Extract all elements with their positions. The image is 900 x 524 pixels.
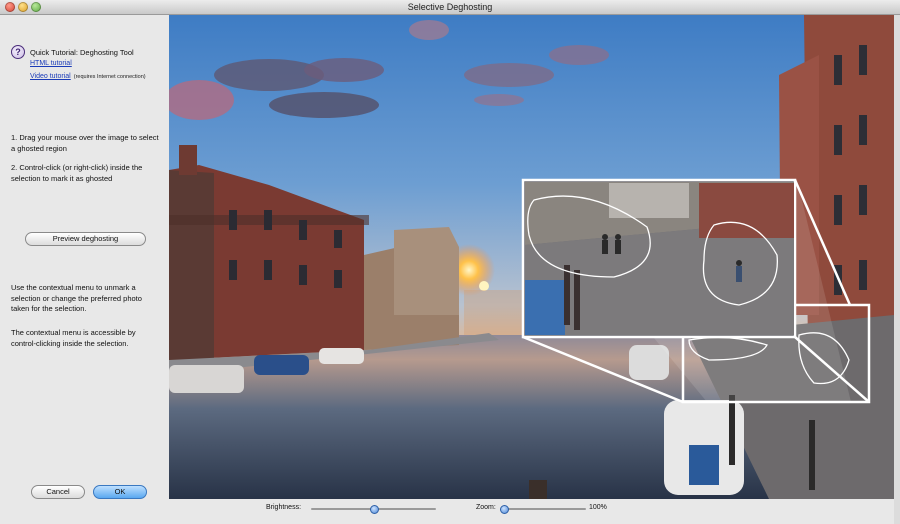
contextual-menu-help: Use the contextual menu to unmark a sele… (11, 283, 142, 313)
brightness-label: Brightness: (266, 504, 302, 511)
contextual-menu-access-help: The contextual menu is accessible by con… (11, 328, 136, 348)
tutorial-title: Quick Tutorial: Deghosting Tool (30, 47, 134, 57)
image-preview[interactable] (169, 15, 894, 499)
preview-deghosting-button[interactable]: Preview deghosting (25, 232, 146, 246)
instruction-step-1: 1. Drag your mouse over the image to sel… (11, 133, 159, 153)
zoom-window-button[interactable] (31, 2, 41, 12)
venice-canal-photo[interactable] (169, 15, 894, 499)
minimize-window-button[interactable] (18, 2, 28, 12)
help-icon: ? (11, 45, 25, 59)
cancel-button[interactable]: Cancel (31, 485, 85, 499)
html-tutorial-link[interactable]: HTML tutorial (30, 60, 72, 67)
bottom-bar: Brightness: Zoom: 100% (169, 500, 900, 524)
window-title: Selective Deghosting (407, 2, 493, 12)
video-note: (requires Internet connection) (73, 74, 146, 80)
zoom-value: 100% (589, 504, 607, 511)
video-tutorial-row: Video tutorial (requires Internet connect… (30, 73, 146, 80)
instruction-step-2: 2. Control-click (or right-click) inside… (11, 163, 143, 183)
window-titlebar: Selective Deghosting (0, 0, 900, 15)
brightness-slider-knob[interactable] (369, 505, 379, 514)
ok-button[interactable]: OK (93, 485, 147, 499)
sidebar: ? Quick Tutorial: Deghosting Tool HTML t… (0, 15, 168, 524)
zoom-label: Zoom: (476, 504, 496, 511)
zoom-slider[interactable] (502, 508, 586, 510)
tutorial-header: ? Quick Tutorial: Deghosting Tool (11, 45, 134, 59)
zoom-slider-knob[interactable] (500, 505, 509, 514)
video-tutorial-link[interactable]: Video tutorial (30, 73, 71, 80)
close-window-button[interactable] (5, 2, 15, 12)
window-edge (894, 15, 900, 524)
